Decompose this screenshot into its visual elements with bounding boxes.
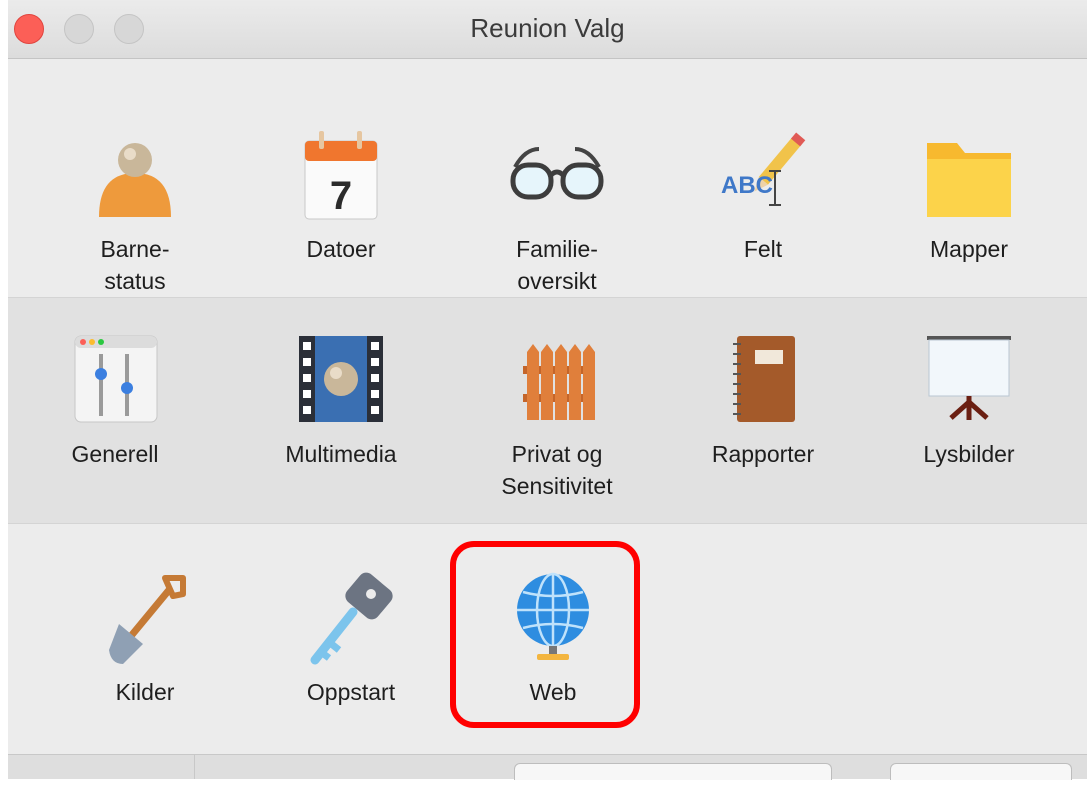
pref-mapper[interactable]: Mapper: [894, 127, 1044, 265]
pref-rapporter[interactable]: Rapporter: [688, 332, 838, 470]
preferences-row-1: Barne- status 7 Datoer Familie- oversikt: [8, 59, 1087, 298]
pref-label: Lysbilder: [923, 441, 1015, 467]
pref-label: Mapper: [930, 236, 1008, 262]
pref-label: Rapporter: [711, 441, 815, 467]
fence-icon: [523, 344, 595, 420]
selection-highlight: [450, 541, 640, 728]
pref-label: Privat og Sensitivitet: [501, 441, 613, 499]
abc-glyph: ABC: [721, 172, 773, 199]
shovel-icon: [109, 575, 186, 664]
field-pencil-icon: ABC: [721, 132, 806, 206]
underlying-window-strip: [8, 754, 1087, 780]
pref-generell[interactable]: Generell: [40, 332, 190, 470]
pref-label: Kilder: [115, 679, 175, 705]
sliders-icon: [74, 335, 158, 423]
window-title: Reunion Valg: [470, 13, 625, 43]
projector-screen-icon: [927, 336, 1011, 420]
pref-barnestatus[interactable]: Barne- status: [60, 127, 210, 297]
pref-lysbilder[interactable]: Lysbilder: [894, 332, 1044, 470]
pref-felt[interactable]: ABC Felt: [688, 127, 838, 265]
pref-label: Felt: [743, 236, 783, 262]
popup-control[interactable]: [890, 763, 1072, 780]
person-icon: [99, 143, 171, 217]
filmstrip-icon: [299, 336, 383, 422]
folder-icon: [927, 143, 1011, 217]
preferences-row-2: Generell Multimedia Privat og Sensitivit…: [8, 298, 1087, 524]
pref-multimedia[interactable]: Multimedia: [266, 332, 416, 470]
notebook-icon: [733, 336, 795, 422]
pref-label: Datoer: [306, 236, 376, 262]
pref-oppstart[interactable]: Oppstart: [276, 570, 426, 708]
pref-label: Oppstart: [306, 679, 396, 705]
pref-privat-sensitivitet[interactable]: Privat og Sensitivitet: [482, 332, 632, 502]
divider: [194, 755, 195, 779]
pref-familieoversikt[interactable]: Familie- oversikt: [482, 127, 632, 297]
calendar-icon: 7: [304, 131, 378, 220]
pref-label: Generell: [71, 441, 159, 467]
pref-datoer[interactable]: 7 Datoer: [266, 127, 416, 265]
pref-kilder[interactable]: Kilder: [70, 570, 220, 708]
pref-label: Multimedia: [285, 441, 397, 467]
glasses-icon: [510, 147, 604, 200]
popup-control[interactable]: [514, 763, 832, 780]
title-bar[interactable]: Reunion Valg: [8, 0, 1087, 59]
pref-label: Barne- status: [100, 236, 170, 294]
key-icon: [310, 572, 393, 665]
calendar-day: 7: [330, 174, 352, 218]
pref-label: Familie- oversikt: [516, 236, 598, 294]
